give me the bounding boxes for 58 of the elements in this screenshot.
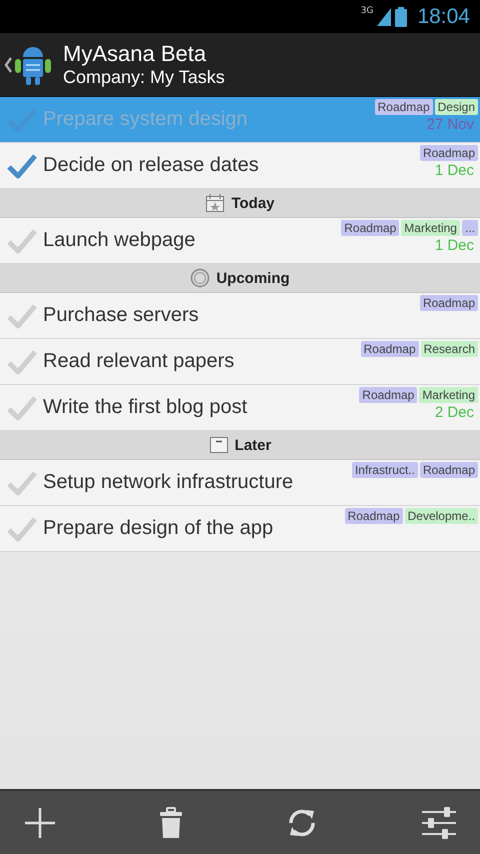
trash-icon bbox=[160, 806, 182, 838]
tag: Roadmap bbox=[374, 99, 433, 115]
section-title: Today bbox=[231, 194, 275, 212]
checkmark-icon[interactable] bbox=[7, 516, 37, 542]
box-icon bbox=[208, 436, 229, 454]
tag: Roadmap bbox=[420, 145, 478, 161]
battery-icon bbox=[395, 6, 408, 26]
tag: Roadmap bbox=[360, 341, 419, 357]
sliders-icon bbox=[422, 806, 456, 838]
tag: Design bbox=[434, 99, 478, 115]
back-caret-icon bbox=[4, 56, 12, 72]
due-date: 1 Dec bbox=[434, 162, 474, 179]
task-title: Purchase servers bbox=[43, 304, 199, 327]
tag: Roadmap bbox=[420, 295, 478, 311]
due-date: 27 Nov bbox=[426, 116, 474, 133]
due-date: 1 Dec bbox=[434, 237, 474, 254]
task-title: Setup network infrastructure bbox=[43, 471, 294, 494]
clock: 18:04 bbox=[417, 4, 470, 28]
task-row[interactable]: Write the first blog post Roadmap Marketing 2 Dec bbox=[0, 385, 480, 431]
plus-icon bbox=[24, 806, 56, 838]
tag: Marketing bbox=[401, 220, 460, 236]
tag: Roadmap bbox=[341, 220, 400, 236]
tag: Roadmap bbox=[359, 387, 418, 403]
project-subtitle: Company: My Tasks bbox=[63, 67, 225, 88]
circle-icon bbox=[190, 268, 210, 288]
checkmark-icon[interactable] bbox=[7, 470, 37, 496]
checkmark-icon[interactable] bbox=[7, 152, 37, 178]
tag: Marketing bbox=[419, 387, 478, 403]
task-title: Decide on release dates bbox=[43, 154, 259, 177]
tag: Developme.. bbox=[404, 508, 478, 524]
calendar-icon bbox=[205, 193, 226, 213]
checkmark-icon[interactable] bbox=[7, 348, 37, 374]
section-title: Later bbox=[234, 436, 272, 454]
task-row[interactable]: Decide on release dates Roadmap 1 Dec bbox=[0, 143, 480, 189]
task-title: Read relevant papers bbox=[43, 350, 234, 373]
task-title: Launch webpage bbox=[43, 229, 196, 252]
task-row[interactable]: Prepare system design Roadmap Design 27 Nov bbox=[0, 97, 480, 143]
task-row[interactable]: Read relevant papers Roadmap Research bbox=[0, 339, 480, 385]
task-title: Write the first blog post bbox=[43, 396, 248, 419]
task-title: Prepare design of the app bbox=[43, 517, 274, 540]
tag: ... bbox=[462, 220, 478, 236]
checkmark-icon[interactable] bbox=[7, 228, 37, 254]
task-row[interactable]: Purchase servers Roadmap bbox=[0, 293, 480, 339]
checkmark-icon[interactable] bbox=[7, 302, 37, 328]
app-title: MyAsana Beta bbox=[63, 41, 208, 67]
tag: Infrastruct.. bbox=[352, 462, 418, 478]
tag: Roadmap bbox=[344, 508, 403, 524]
task-row[interactable]: Prepare design of the app Roadmap Developme.. bbox=[0, 506, 480, 552]
task-row[interactable]: Setup network infrastructure Infrastruct.. Roadmap bbox=[0, 460, 480, 506]
network-type: 3G bbox=[360, 6, 374, 16]
due-date: 2 Dec bbox=[434, 404, 474, 421]
task-row[interactable]: Launch webpage Roadmap Marketing ... 1 Dec bbox=[0, 218, 480, 264]
task-title: Prepare system design bbox=[43, 108, 248, 131]
section-title: Upcoming bbox=[216, 270, 290, 286]
tag: Research bbox=[420, 341, 478, 357]
tag: Roadmap bbox=[420, 462, 478, 478]
checkmark-icon[interactable] bbox=[7, 394, 37, 420]
signal-icon bbox=[377, 8, 392, 26]
